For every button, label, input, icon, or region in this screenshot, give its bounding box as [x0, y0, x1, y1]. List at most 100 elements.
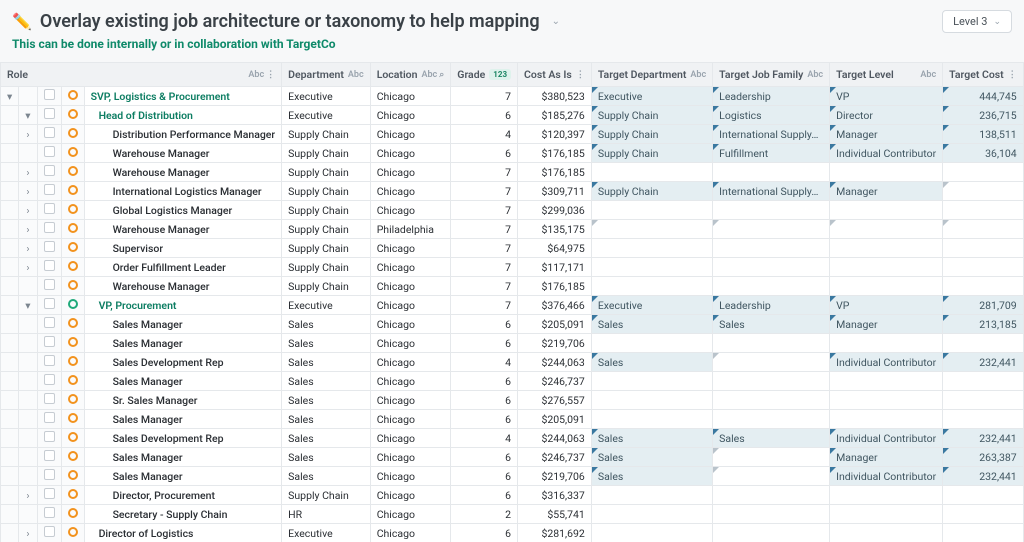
- cell-target-department[interactable]: Supply Chain: [591, 106, 712, 125]
- cell-target-job-family[interactable]: International Supply…: [713, 182, 830, 201]
- cell-role[interactable]: VP, Procurement: [84, 296, 282, 315]
- cell-target-cost[interactable]: 213,185: [943, 315, 1024, 334]
- cell-target-job-family[interactable]: [713, 372, 830, 391]
- cell-target-level[interactable]: VP: [830, 87, 943, 106]
- cell-target-cost[interactable]: [943, 277, 1024, 296]
- row-checkbox[interactable]: [37, 201, 61, 220]
- cell-target-level[interactable]: [830, 201, 943, 220]
- row-checkbox[interactable]: [37, 106, 61, 125]
- table-row[interactable]: Sales Development RepSalesChicago4$244,0…: [1, 429, 1024, 448]
- cell-target-job-family[interactable]: [713, 505, 830, 524]
- col-target-job-family[interactable]: Target Job FamilyAbc: [713, 63, 830, 87]
- cell-role[interactable]: Warehouse Manager: [84, 220, 282, 239]
- col-department[interactable]: DepartmentAbc: [282, 63, 371, 87]
- table-scroll[interactable]: RoleAbc⋮ DepartmentAbc LocationAbc⌕ Grad…: [0, 62, 1024, 542]
- row-chevron[interactable]: ›: [19, 524, 37, 542]
- cell-target-job-family[interactable]: Leadership: [713, 87, 830, 106]
- table-row[interactable]: Sales ManagerSalesChicago6$205,091: [1, 410, 1024, 429]
- expand-toggle[interactable]: [1, 163, 19, 182]
- cell-target-level[interactable]: Manager: [830, 315, 943, 334]
- row-checkbox[interactable]: [37, 258, 61, 277]
- cell-target-level[interactable]: [830, 524, 943, 542]
- cell-target-department[interactable]: Supply Chain: [591, 144, 712, 163]
- cell-role[interactable]: Warehouse Manager: [84, 163, 282, 182]
- row-chevron[interactable]: [19, 372, 37, 391]
- expand-toggle[interactable]: [1, 486, 19, 505]
- cell-target-cost[interactable]: [943, 182, 1024, 201]
- row-chevron[interactable]: [19, 144, 37, 163]
- row-checkbox[interactable]: [37, 315, 61, 334]
- table-row[interactable]: Sales ManagerSalesChicago6$219,706: [1, 334, 1024, 353]
- col-target-cost[interactable]: Target Cost⋮: [943, 63, 1024, 87]
- expand-toggle[interactable]: [1, 125, 19, 144]
- table-row[interactable]: ▾SVP, Logistics & ProcurementExecutiveCh…: [1, 87, 1024, 106]
- table-row[interactable]: ▾Head of DistributionExecutiveChicago6$1…: [1, 106, 1024, 125]
- cell-role[interactable]: Sales Manager: [84, 448, 282, 467]
- cell-target-cost[interactable]: [943, 372, 1024, 391]
- row-chevron[interactable]: [19, 448, 37, 467]
- cell-target-level[interactable]: [830, 391, 943, 410]
- col-target-level[interactable]: Target LevelAbc: [830, 63, 943, 87]
- row-chevron[interactable]: [19, 467, 37, 486]
- cell-target-job-family[interactable]: International Supply…: [713, 125, 830, 144]
- cell-target-level[interactable]: Individual Contributor: [830, 429, 943, 448]
- expand-toggle[interactable]: [1, 296, 19, 315]
- table-row[interactable]: Sales ManagerSalesChicago6$219,706SalesI…: [1, 467, 1024, 486]
- expand-toggle[interactable]: [1, 220, 19, 239]
- cell-target-department[interactable]: Sales: [591, 429, 712, 448]
- cell-target-cost[interactable]: [943, 486, 1024, 505]
- table-row[interactable]: ›SupervisorSupply ChainChicago7$64,975: [1, 239, 1024, 258]
- cell-target-department[interactable]: [591, 505, 712, 524]
- cell-role[interactable]: Sales Development Rep: [84, 353, 282, 372]
- expand-toggle[interactable]: [1, 106, 19, 125]
- expand-toggle[interactable]: [1, 315, 19, 334]
- col-cost-as-is[interactable]: Cost As Is⋮: [518, 63, 592, 87]
- col-target-department[interactable]: Target DepartmentAbc: [591, 63, 712, 87]
- cell-role[interactable]: Sales Manager: [84, 315, 282, 334]
- row-chevron[interactable]: ›: [19, 163, 37, 182]
- row-chevron[interactable]: ▾: [19, 106, 37, 125]
- row-checkbox[interactable]: [37, 467, 61, 486]
- cell-target-department[interactable]: [591, 391, 712, 410]
- cell-target-level[interactable]: Director: [830, 106, 943, 125]
- cell-role[interactable]: Sales Manager: [84, 410, 282, 429]
- row-checkbox[interactable]: [37, 144, 61, 163]
- cell-target-cost[interactable]: [943, 201, 1024, 220]
- cell-target-department[interactable]: [591, 163, 712, 182]
- cell-target-department[interactable]: Sales: [591, 353, 712, 372]
- cell-target-cost[interactable]: 232,441: [943, 429, 1024, 448]
- cell-target-level[interactable]: [830, 220, 943, 239]
- cell-target-department[interactable]: Supply Chain: [591, 125, 712, 144]
- table-row[interactable]: Sales Development RepSalesChicago4$244,0…: [1, 353, 1024, 372]
- cell-target-department[interactable]: [591, 220, 712, 239]
- row-checkbox[interactable]: [37, 505, 61, 524]
- row-chevron[interactable]: ›: [19, 182, 37, 201]
- row-checkbox[interactable]: [37, 372, 61, 391]
- cell-target-job-family[interactable]: Sales: [713, 315, 830, 334]
- cell-target-job-family[interactable]: Leadership: [713, 296, 830, 315]
- row-chevron[interactable]: ›: [19, 486, 37, 505]
- cell-target-job-family[interactable]: [713, 201, 830, 220]
- cell-target-job-family[interactable]: [713, 334, 830, 353]
- row-checkbox[interactable]: [37, 524, 61, 542]
- cell-role[interactable]: Director of Logistics: [84, 524, 282, 542]
- cell-target-cost[interactable]: [943, 391, 1024, 410]
- row-chevron[interactable]: [19, 277, 37, 296]
- cell-target-level[interactable]: [830, 239, 943, 258]
- expand-toggle[interactable]: [1, 429, 19, 448]
- table-row[interactable]: Sales ManagerSalesChicago6$246,737SalesM…: [1, 448, 1024, 467]
- cell-target-level[interactable]: [830, 372, 943, 391]
- cell-target-job-family[interactable]: [713, 163, 830, 182]
- cell-target-cost[interactable]: 36,104: [943, 144, 1024, 163]
- cell-target-cost[interactable]: [943, 258, 1024, 277]
- col-location[interactable]: LocationAbc⌕: [370, 63, 451, 87]
- cell-target-level[interactable]: Manager: [830, 182, 943, 201]
- expand-toggle[interactable]: [1, 277, 19, 296]
- table-row[interactable]: ›Order Fulfillment LeaderSupply ChainChi…: [1, 258, 1024, 277]
- cell-target-level[interactable]: [830, 258, 943, 277]
- row-chevron[interactable]: [19, 429, 37, 448]
- row-checkbox[interactable]: [37, 87, 61, 106]
- cell-role[interactable]: Global Logistics Manager: [84, 201, 282, 220]
- cell-role[interactable]: Warehouse Manager: [84, 144, 282, 163]
- cell-target-department[interactable]: [591, 524, 712, 542]
